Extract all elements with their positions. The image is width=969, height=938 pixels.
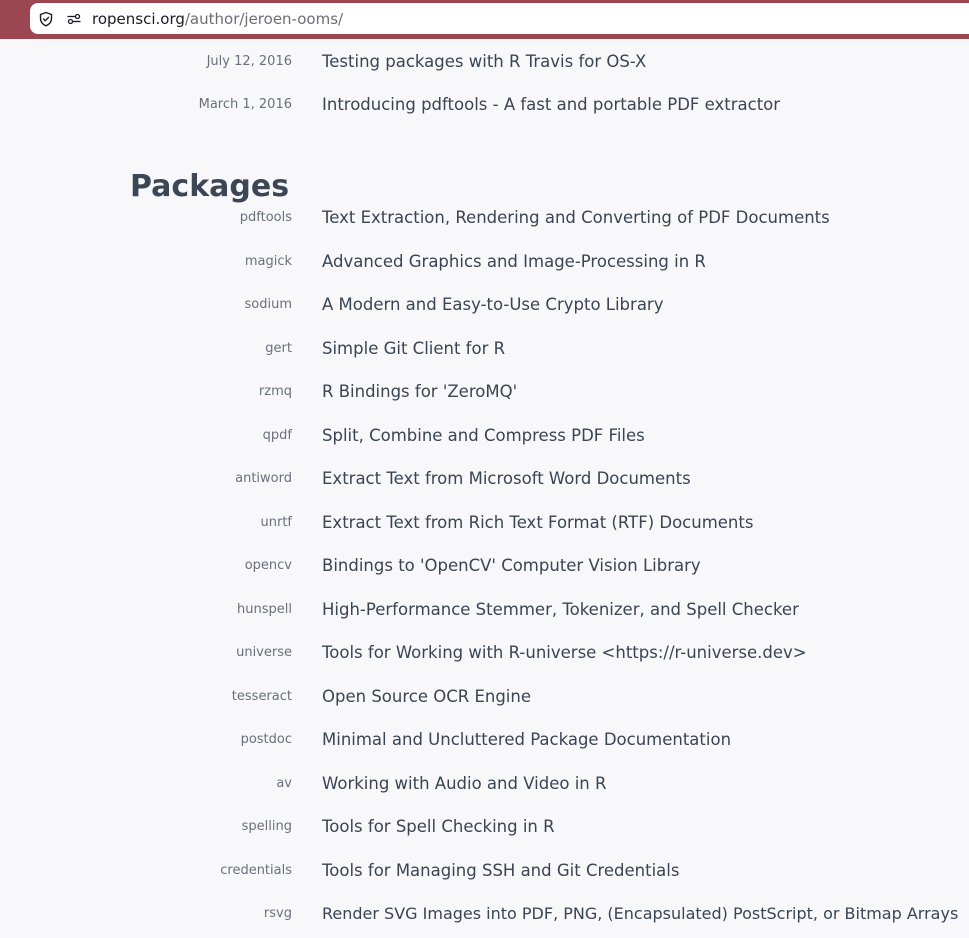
package-name: tesseract bbox=[231, 689, 292, 704]
package-row: spelling Tools for Spell Checking in R bbox=[0, 813, 969, 841]
package-name: av bbox=[276, 776, 292, 791]
package-row: postdoc Minimal and Uncluttered Package … bbox=[0, 726, 969, 754]
package-name: antiword bbox=[235, 471, 292, 486]
package-row: magick Advanced Graphics and Image-Proce… bbox=[0, 248, 969, 276]
package-row: av Working with Audio and Video in R bbox=[0, 770, 969, 798]
shield-icon[interactable] bbox=[38, 11, 54, 27]
url-text[interactable]: ropensci.org/author/jeroen-ooms/ bbox=[92, 10, 343, 28]
url-host: ropensci.org bbox=[92, 9, 185, 28]
package-name: postdoc bbox=[240, 732, 292, 747]
package-name: magick bbox=[244, 254, 292, 269]
package-link[interactable]: Simple Git Client for R bbox=[322, 335, 505, 363]
package-row: rzmq R Bindings for 'ZeroMQ' bbox=[0, 378, 969, 406]
package-row: opencv Bindings to 'OpenCV' Computer Vis… bbox=[0, 552, 969, 580]
package-name: qpdf bbox=[262, 428, 292, 443]
package-link[interactable]: Minimal and Uncluttered Package Document… bbox=[322, 726, 731, 754]
post-row: March 1, 2016 Introducing pdftools - A f… bbox=[0, 91, 969, 119]
package-row: tesseract Open Source OCR Engine bbox=[0, 683, 969, 711]
package-row: qpdf Split, Combine and Compress PDF Fil… bbox=[0, 422, 969, 450]
package-name: rsvg bbox=[263, 906, 292, 921]
package-row: sodium A Modern and Easy-to-Use Crypto L… bbox=[0, 291, 969, 319]
package-row: credentials Tools for Managing SSH and G… bbox=[0, 857, 969, 885]
post-title-link[interactable]: Testing packages with R Travis for OS-X bbox=[322, 48, 646, 76]
package-link[interactable]: R Bindings for 'ZeroMQ' bbox=[322, 378, 517, 406]
browser-toolbar: ropensci.org/author/jeroen-ooms/ bbox=[0, 0, 969, 39]
package-link[interactable]: Advanced Graphics and Image-Processing i… bbox=[322, 248, 706, 276]
package-link[interactable]: Working with Audio and Video in R bbox=[322, 770, 606, 798]
post-row: July 12, 2016 Testing packages with R Tr… bbox=[0, 48, 969, 76]
package-link[interactable]: Open Source OCR Engine bbox=[322, 683, 531, 711]
post-date: July 12, 2016 bbox=[206, 54, 292, 69]
package-name: universe bbox=[236, 645, 292, 660]
package-name: credentials bbox=[220, 863, 292, 878]
url-bar[interactable]: ropensci.org/author/jeroen-ooms/ bbox=[30, 3, 969, 34]
package-name: pdftools bbox=[239, 210, 292, 225]
package-row: antiword Extract Text from Microsoft Wor… bbox=[0, 465, 969, 493]
packages-heading: Packages bbox=[130, 169, 290, 204]
package-link[interactable]: Tools for Working with R-universe <https… bbox=[322, 639, 807, 667]
package-name: unrtf bbox=[260, 515, 293, 530]
package-link[interactable]: Extract Text from Microsoft Word Documen… bbox=[322, 465, 691, 493]
package-link[interactable]: Bindings to 'OpenCV' Computer Vision Lib… bbox=[322, 552, 701, 580]
package-link[interactable]: Tools for Spell Checking in R bbox=[322, 813, 555, 841]
package-row: rsvg Render SVG Images into PDF, PNG, (E… bbox=[0, 900, 969, 928]
page-content: July 12, 2016 Testing packages with R Tr… bbox=[0, 39, 969, 938]
package-name: spelling bbox=[241, 819, 292, 834]
package-link[interactable]: Text Extraction, Rendering and Convertin… bbox=[322, 204, 830, 232]
package-link[interactable]: Split, Combine and Compress PDF Files bbox=[322, 422, 645, 450]
package-name: hunspell bbox=[237, 602, 292, 617]
package-link[interactable]: A Modern and Easy-to-Use Crypto Library bbox=[322, 291, 663, 319]
post-date: March 1, 2016 bbox=[198, 97, 292, 112]
package-link[interactable]: High-Performance Stemmer, Tokenizer, and… bbox=[322, 596, 799, 624]
package-row: unrtf Extract Text from Rich Text Format… bbox=[0, 509, 969, 537]
url-path: /author/jeroen-ooms/ bbox=[184, 9, 344, 28]
package-link[interactable]: Extract Text from Rich Text Format (RTF)… bbox=[322, 509, 753, 537]
package-name: opencv bbox=[244, 558, 292, 573]
post-title-link[interactable]: Introducing pdftools - A fast and portab… bbox=[322, 91, 780, 119]
permissions-icon[interactable] bbox=[66, 11, 82, 27]
package-link[interactable]: Render SVG Images into PDF, PNG, (Encaps… bbox=[322, 900, 958, 928]
package-row: gert Simple Git Client for R bbox=[0, 335, 969, 363]
package-name: rzmq bbox=[258, 384, 292, 399]
package-row: universe Tools for Working with R-univer… bbox=[0, 639, 969, 667]
package-name: sodium bbox=[244, 297, 293, 312]
package-row: pdftools Text Extraction, Rendering and … bbox=[0, 204, 969, 232]
package-row: hunspell High-Performance Stemmer, Token… bbox=[0, 596, 969, 624]
package-name: gert bbox=[265, 341, 292, 356]
package-link[interactable]: Tools for Managing SSH and Git Credentia… bbox=[322, 857, 679, 885]
